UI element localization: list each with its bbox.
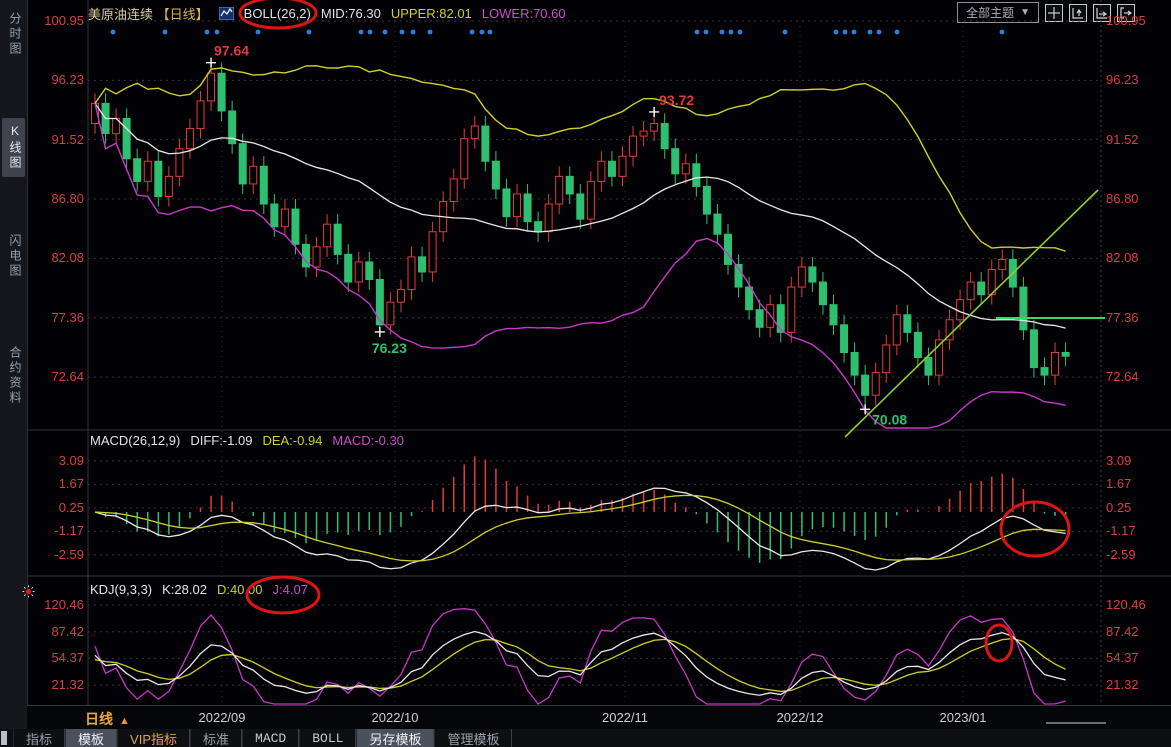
h-scrollbar[interactable]: [1046, 722, 1106, 724]
sidebar-item-time-chart[interactable]: 分时图: [2, 6, 25, 63]
footer-tab-另存模板[interactable]: 另存模板: [356, 729, 434, 747]
zoom-axis-up-icon[interactable]: [1069, 4, 1087, 22]
kdj-params-label[interactable]: KDJ(9,3,3): [90, 582, 152, 597]
triangle-up-icon: ▲: [119, 715, 130, 727]
y-axis-label: -1.17: [32, 523, 84, 538]
instrument-title: 美原油连续: [88, 7, 153, 22]
macd-dea-value: DEA:-0.94: [262, 433, 322, 448]
macd-panel-header: MACD(26,12,9) DIFF:-1.09 DEA:-0.94 MACD:…: [90, 433, 404, 448]
y-axis-label: -2.59: [32, 547, 84, 562]
boll-lower-value: LOWER:70.60: [482, 6, 566, 21]
y-axis-label: 21.32: [32, 677, 84, 692]
y-axis-label: 82.08: [1106, 250, 1139, 265]
footer-tab-VIP指标[interactable]: VIP指标: [117, 729, 190, 747]
y-axis-label: 86.80: [1106, 191, 1139, 206]
kdj-panel-header: KDJ(9,3,3) K:28.02 D:40.00 J:4.07: [90, 582, 308, 597]
y-axis-label: 100.95: [1106, 13, 1146, 28]
y-axis-label: 77.36: [32, 310, 84, 325]
boll-upper-value: UPPER:82.01: [391, 6, 472, 21]
theme-dropdown[interactable]: 全部主题 ▼: [957, 2, 1039, 23]
y-axis-label: 0.25: [32, 500, 84, 515]
y-axis-label: 54.37: [32, 650, 84, 665]
period-badge: 【日线】: [157, 7, 209, 22]
y-axis-label: 91.52: [32, 132, 84, 147]
y-axis-label: 0.25: [1106, 500, 1131, 515]
y-axis-label: 1.67: [1106, 476, 1131, 491]
macd-params-label[interactable]: MACD(26,12,9): [90, 433, 180, 448]
y-axis-label: 96.23: [1106, 72, 1139, 87]
kdj-d-value: D:40.00: [217, 582, 263, 597]
y-axis-label: -1.17: [1106, 523, 1136, 538]
footer-tab-模板[interactable]: 模板: [65, 729, 117, 747]
period-selector[interactable]: 日线 ▲: [85, 709, 130, 729]
y-axis-label: 100.95: [32, 13, 84, 28]
x-axis-label: 2022/10: [372, 710, 419, 725]
y-axis-label: 120.46: [1106, 597, 1146, 612]
crosshair-icon[interactable]: [1045, 4, 1063, 22]
y-axis-label: 72.64: [32, 369, 84, 384]
y-axis-label: 82.08: [32, 250, 84, 265]
y-axis-label: 21.32: [1106, 677, 1139, 692]
macd-diff-value: DIFF:-1.09: [190, 433, 252, 448]
y-axis-label: 3.09: [32, 453, 84, 468]
bottom-tab-bar: 指标模板VIP指标标准MACDBOLL另存模板管理模板: [0, 729, 1171, 747]
chart-plot-area[interactable]: [88, 21, 1101, 705]
y-axis-label: 91.52: [1106, 132, 1139, 147]
sidebar-item-flash-chart[interactable]: 闪电图: [2, 228, 25, 285]
indicator-chart-icon: [219, 7, 234, 20]
y-axis-label: 87.42: [1106, 624, 1139, 639]
boll-indicator-label[interactable]: BOLL(26,2): [244, 6, 311, 21]
x-axis-strip: 日线 ▲ 2022/09 2022/10 2022/11 2022/12 2023/01: [27, 705, 1171, 730]
footer-tab-BOLL[interactable]: BOLL: [299, 729, 356, 747]
period-selector-label: 日线: [85, 711, 113, 727]
footer-tab-管理模板[interactable]: 管理模板: [434, 729, 512, 747]
y-axis-label: 120.46: [32, 597, 84, 612]
y-axis-label: 87.42: [32, 624, 84, 639]
y-axis-label: 1.67: [32, 476, 84, 491]
sidebar-item-kline-chart[interactable]: K线图: [2, 118, 25, 177]
x-axis-label: 2022/09: [199, 710, 246, 725]
y-axis-label: 96.23: [32, 72, 84, 87]
sidebar-item-contract-info[interactable]: 合约资料: [2, 340, 25, 412]
y-axis-label: 86.80: [32, 191, 84, 206]
theme-dropdown-label: 全部主题: [966, 4, 1014, 21]
footer-tab-指标[interactable]: 指标: [13, 729, 65, 747]
boll-mid-value: MID:76.30: [321, 6, 381, 21]
indicator-settings-icon[interactable]: [22, 585, 35, 603]
x-axis-label: 2023/01: [940, 710, 987, 725]
kdj-k-value: K:28.02: [162, 582, 207, 597]
y-axis-label: 72.64: [1106, 369, 1139, 384]
y-axis-label: 54.37: [1106, 650, 1139, 665]
chart-type-sidebar: 分时图 K线图 闪电图 合约资料: [0, 0, 28, 747]
y-axis-label: -2.59: [1106, 547, 1136, 562]
footer-tab-MACD[interactable]: MACD: [242, 729, 299, 747]
chart-header: 美原油连续 【日线】 BOLL(26,2) MID:76.30 UPPER:82…: [88, 4, 566, 22]
x-axis-label: 2022/11: [602, 710, 648, 725]
tab-scroll-handle[interactable]: [1, 731, 7, 745]
x-axis-label: 2022/12: [777, 710, 824, 725]
kdj-j-value: J:4.07: [273, 582, 308, 597]
footer-tab-标准[interactable]: 标准: [190, 729, 242, 747]
y-axis-label: 77.36: [1106, 310, 1139, 325]
app-window: 分时图 K线图 闪电图 合约资料 美原油连续 【日线】 BOLL(26,2) M…: [0, 0, 1171, 747]
macd-macd-value: MACD:-0.30: [332, 433, 404, 448]
chevron-down-icon: ▼: [1020, 7, 1030, 18]
y-axis-label: 3.09: [1106, 453, 1131, 468]
